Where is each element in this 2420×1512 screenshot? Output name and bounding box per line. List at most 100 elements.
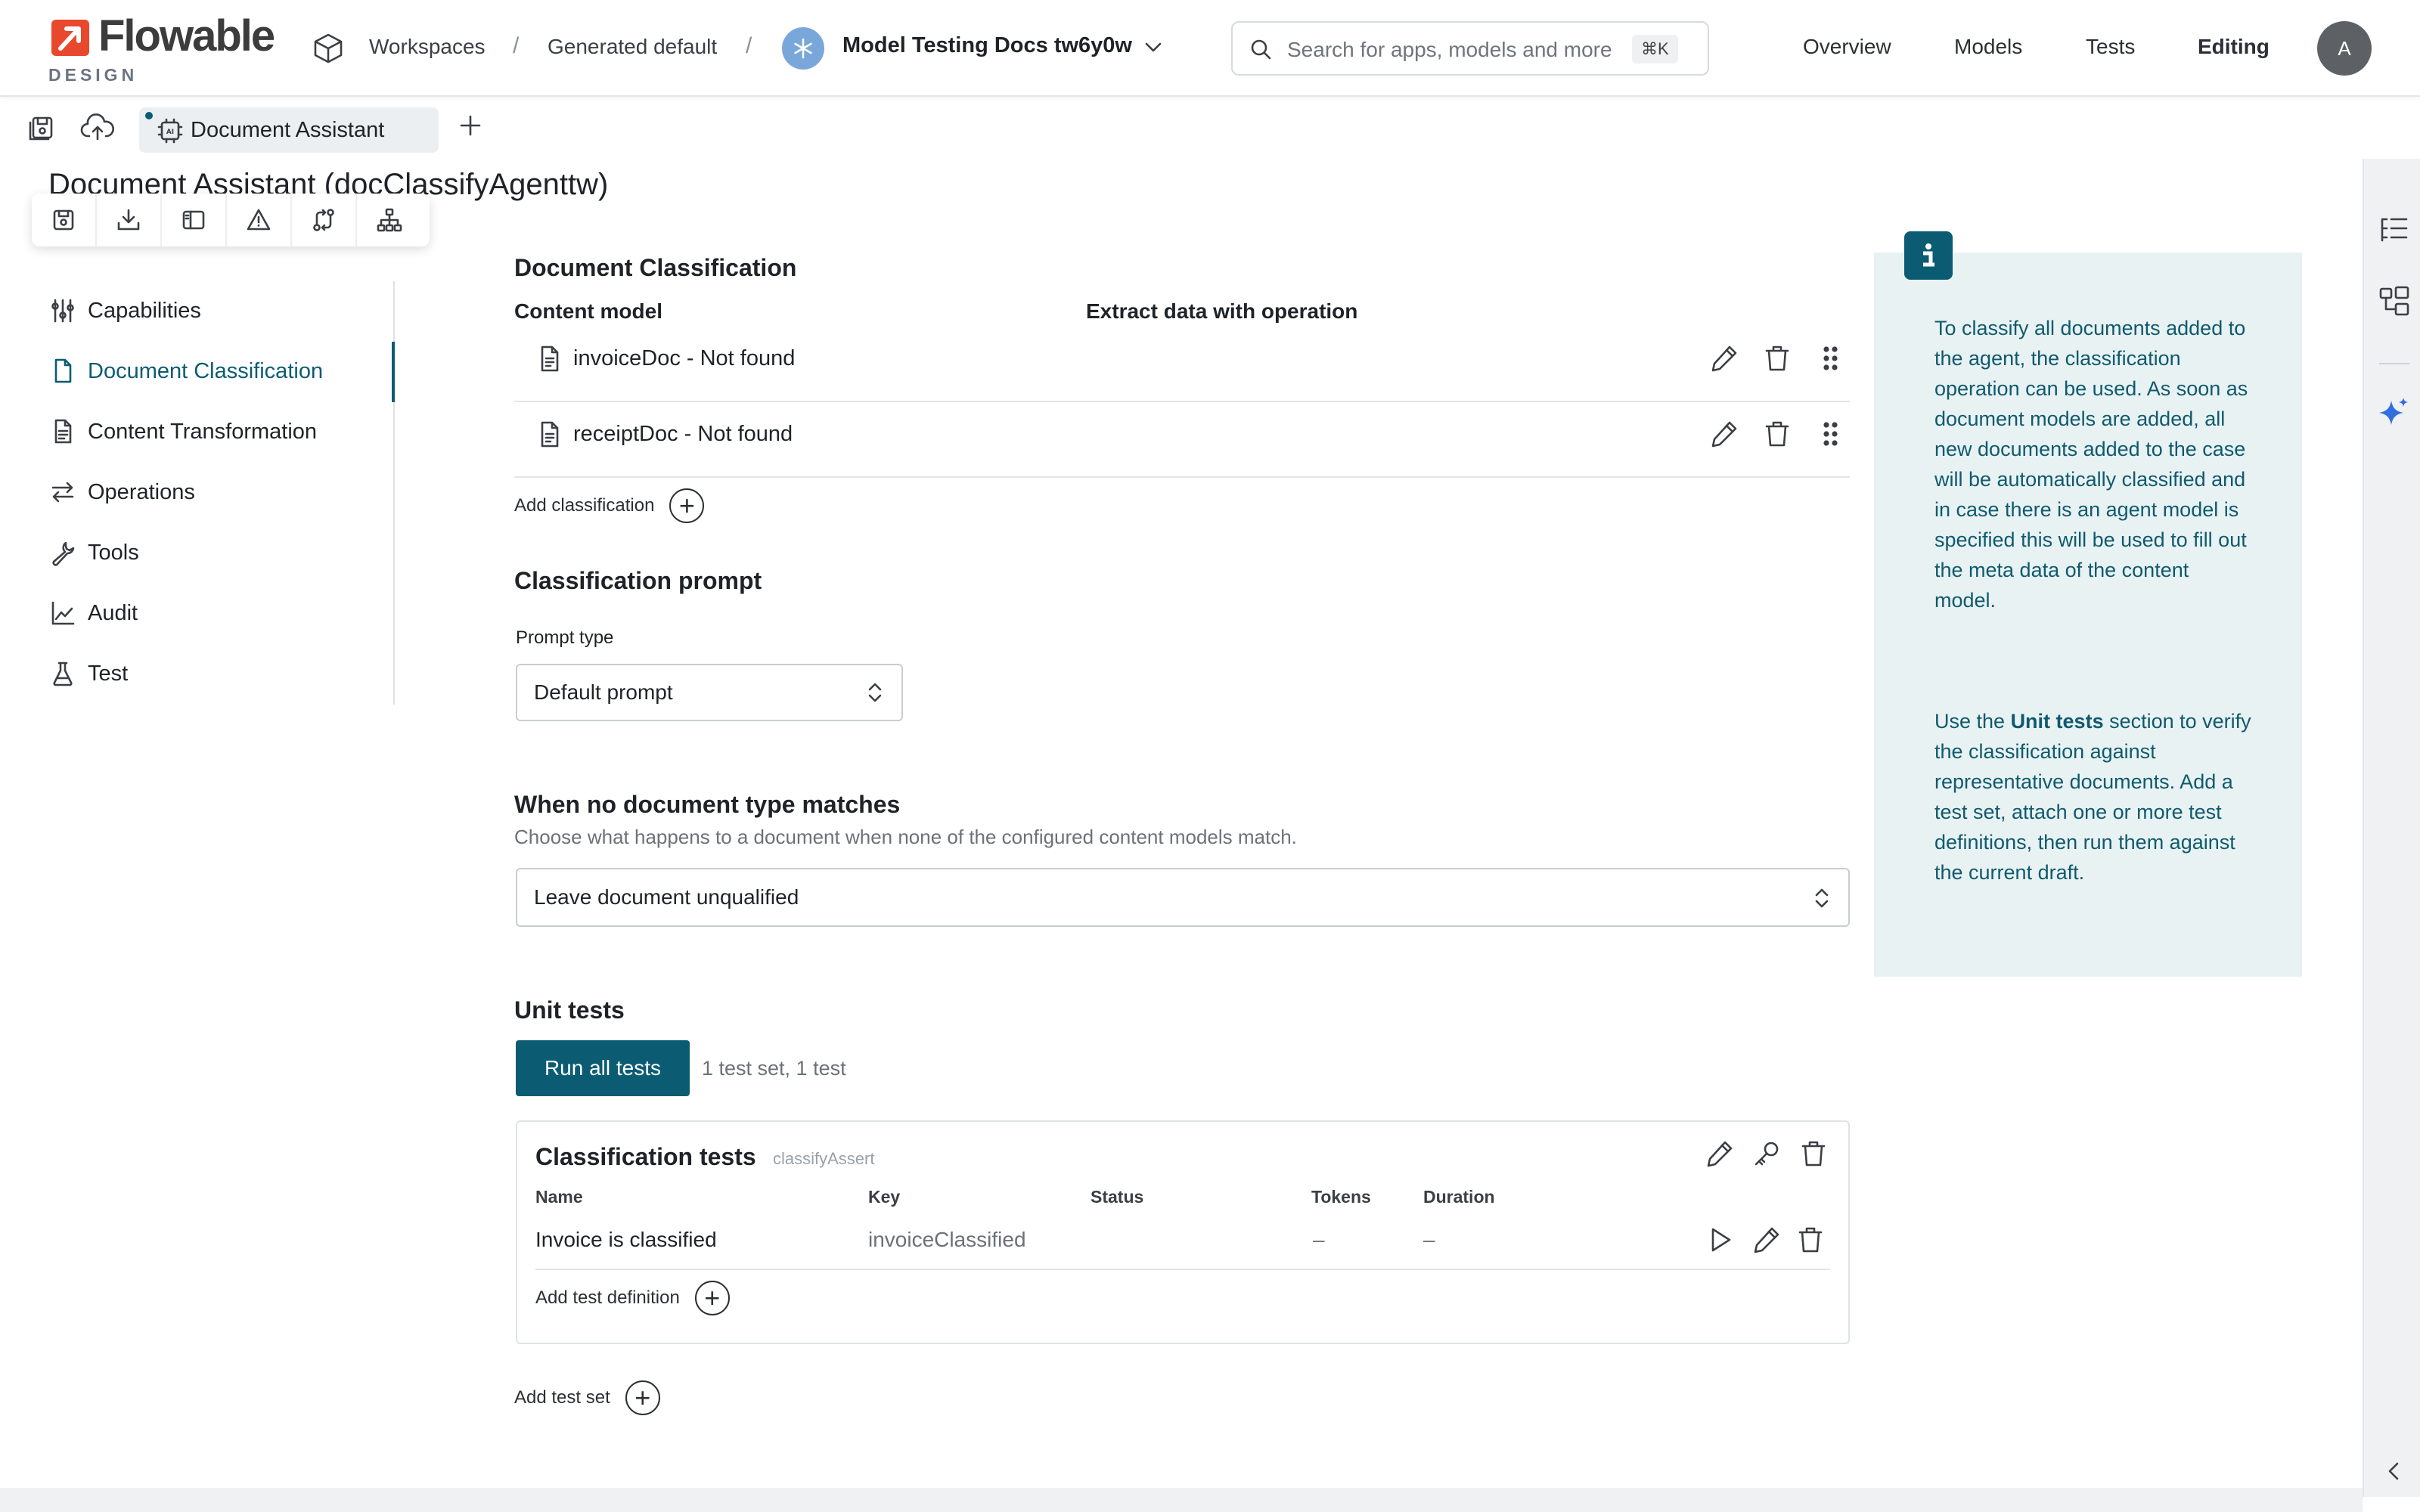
sidebar-item-label: Test [88,661,129,686]
structure-button[interactable] [357,194,422,246]
column-header-status: Status [1091,1187,1144,1207]
column-header-content-model: Content model [514,299,662,323]
test-set-key: classifyAssert [773,1149,875,1168]
add-tab-icon[interactable] [457,112,484,139]
test-tokens: – [1313,1228,1325,1251]
chevron-down-icon[interactable] [1142,36,1165,59]
nav-overview[interactable]: Overview [1803,35,1891,59]
cloud-upload-icon[interactable] [80,112,115,142]
validation-button[interactable] [227,194,292,246]
sidebar-item-content-transformation[interactable]: Content Transformation [50,414,317,449]
save-button[interactable] [32,194,97,246]
edit-icon[interactable] [1705,1139,1735,1169]
key-icon[interactable] [1751,1139,1782,1169]
tree-structure-icon[interactable] [2378,284,2411,318]
column-header-duration: Duration [1423,1187,1495,1207]
document-icon [537,345,563,373]
save-all-icon[interactable] [27,113,57,144]
ai-agent-icon: AI [157,118,183,144]
sidebar-item-label: Tools [88,540,139,565]
chevron-left-icon[interactable] [2384,1459,2405,1483]
nav-editing[interactable]: Editing [2198,35,2270,59]
select-chevron-icon [1810,885,1833,912]
trash-icon[interactable] [1798,1139,1829,1169]
drag-handle-icon[interactable] [1815,343,1845,373]
warning-icon [247,209,271,231]
rail-divider [2379,363,2409,364]
right-rail [2363,159,2420,1497]
flowable-logo-icon[interactable] [50,18,91,57]
toggle-panel-button[interactable] [162,194,227,246]
outline-icon[interactable] [2378,215,2411,245]
edit-icon[interactable] [1751,1225,1782,1255]
test-name: Invoice is classified [535,1228,717,1251]
add-test-definition-label: Add test definition [535,1287,680,1308]
nomatch-value: Leave document unqualified [534,885,799,909]
sidebar-item-operations[interactable]: Operations [50,475,195,510]
sidebar-item-label: Capabilities [88,298,201,323]
edit-icon[interactable] [1709,343,1739,373]
trash-icon[interactable] [1762,343,1792,373]
search-shortcut: ⌘K [1632,35,1678,64]
download-icon [117,209,140,231]
wrench-icon [52,541,75,566]
tab-label: Document Assistant [191,118,385,142]
play-icon[interactable] [1705,1225,1735,1255]
cube-icon [312,32,345,65]
breadcrumb-generated-default[interactable]: Generated default [548,35,717,59]
classification-row: invoiceDoc - Not found [514,337,1850,402]
breadcrumb-app[interactable]: Model Testing Docs tw6y0w [842,33,1132,58]
nav-models[interactable]: Models [1954,35,2022,59]
unsaved-dot [145,112,153,119]
edit-icon[interactable] [1709,419,1739,449]
sidebar-item-tools[interactable]: Tools [50,535,139,570]
app-icon [782,27,824,70]
avatar[interactable]: A [2317,21,2372,76]
test-duration: – [1423,1228,1435,1251]
breadcrumb-separator: / [746,33,752,58]
column-header-name: Name [535,1187,583,1207]
search-placeholder: Search for apps, models and more [1287,38,1612,61]
info-text: section to verify the classification aga… [1934,710,2251,884]
search-input[interactable]: Search for apps, models and more ⌘K [1231,21,1709,76]
document-text-icon [54,419,72,444]
arrows-exchange-icon [51,482,74,503]
sidebar-item-document-classification[interactable]: Document Classification [50,354,323,389]
select-chevron-icon [864,679,886,706]
tab-document-assistant[interactable]: AI Document Assistant [139,107,439,153]
column-header-key: Key [868,1187,901,1207]
test-key: invoiceClassified [868,1228,1026,1251]
add-test-set-button[interactable]: Add test set + [514,1380,660,1415]
breadcrumb-workspaces[interactable]: Workspaces [369,35,486,59]
info-text-bold: Unit tests [2010,710,2104,733]
sidebar-item-test[interactable]: Test [50,656,128,691]
prompt-type-label: Prompt type [516,627,614,648]
search-icon [1249,38,1272,60]
trash-icon[interactable] [1795,1225,1826,1255]
run-all-tests-button[interactable]: Run all tests [516,1040,690,1096]
sidebar-item-capabilities[interactable]: Capabilities [50,293,201,328]
classification-model-name: invoiceDoc - Not found [573,346,796,370]
chart-line-icon [51,601,75,625]
prompt-type-select[interactable]: Default prompt [516,664,903,721]
nomatch-section-title: When no document type matches [514,791,901,818]
classification-model-name: receiptDoc - Not found [573,422,793,446]
nav-tests[interactable]: Tests [2086,35,2135,59]
sliders-icon [51,299,74,323]
classification-section-title: Document Classification [514,254,797,281]
sidebar-item-audit[interactable]: Audit [50,596,138,631]
add-classification-button[interactable]: Add classification + [514,488,705,523]
nomatch-select[interactable]: Leave document unqualified [516,868,1850,927]
trash-icon[interactable] [1762,419,1792,449]
add-test-definition-button[interactable]: Add test definition + [535,1281,730,1315]
plus-circle-icon: + [694,1281,730,1315]
add-classification-label: Add classification [514,495,655,516]
compare-button[interactable] [292,194,357,246]
prompt-section-title: Classification prompt [514,567,762,594]
drag-handle-icon[interactable] [1815,419,1845,449]
row-divider [535,1269,1830,1270]
add-test-set-label: Add test set [514,1387,610,1408]
unit-tests-title: Unit tests [514,996,625,1024]
download-button[interactable] [97,194,162,246]
ai-sparkle-icon[interactable] [2376,395,2412,431]
